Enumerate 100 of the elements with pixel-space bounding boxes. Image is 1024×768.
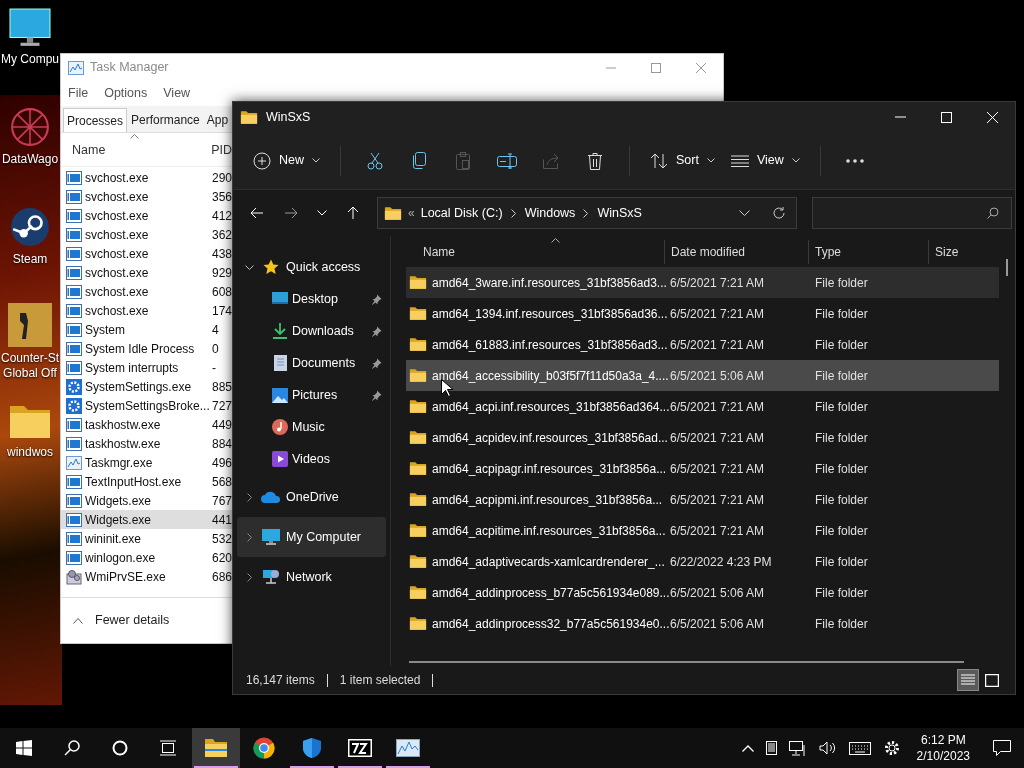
process-row[interactable]: svchost.exe 929 xyxy=(61,263,232,282)
file-row[interactable]: amd64_acpipagr.inf.resources_31bf3856a... 6/5/2021 7:21 AM File folder xyxy=(406,453,999,484)
folder-icon[interactable] xyxy=(8,403,52,441)
nav-item[interactable]: Quick access xyxy=(237,251,386,283)
icon-label[interactable]: Counter-St Global Off xyxy=(1,351,59,381)
file-row[interactable]: amd64_1394.inf.resources_31bf3856ad36... 6/5/2021 7:21 AM File folder xyxy=(406,298,999,329)
process-row[interactable]: svchost.exe 290 xyxy=(61,168,232,187)
circle-icon xyxy=(112,740,128,756)
nav-item[interactable]: Documents xyxy=(237,347,386,379)
column-header[interactable]: Name xyxy=(72,141,212,160)
nav-item[interactable]: Desktop xyxy=(237,283,386,315)
gears-icon xyxy=(66,568,82,585)
address-bar[interactable]: « Local Disk (C:) Windows WinSxS xyxy=(377,197,797,229)
breadcrumb-item[interactable]: Local Disk (C:) xyxy=(420,203,503,223)
window-icon xyxy=(66,360,82,375)
window-icon xyxy=(66,417,82,432)
folder-icon xyxy=(240,109,258,125)
column-header[interactable]: Date modified xyxy=(671,242,746,261)
refresh-icon[interactable] xyxy=(772,206,786,220)
archive-icon xyxy=(348,739,372,757)
file-row[interactable]: amd64_addinprocess32_b77a5c561934e0...6/5/2021 5:06 AM File folder xyxy=(406,608,999,639)
process-row[interactable]: svchost.exe 438 xyxy=(61,244,232,263)
process-row[interactable]: svchost.exe 356 xyxy=(61,187,232,206)
process-row[interactable]: System interrupts - xyxy=(61,358,232,377)
volume-icon xyxy=(818,741,837,755)
icon-label[interactable]: My Compu xyxy=(1,52,59,67)
process-pid: 568 xyxy=(211,473,232,491)
process-row[interactable]: svchost.exe 412 xyxy=(61,206,232,225)
file-row[interactable]: amd64_acpi.inf.resources_31bf3856ad364...6/5/2021 7:21 AM File folder xyxy=(406,391,999,422)
process-row[interactable]: WmiPrvSE.exe 686 xyxy=(61,567,232,586)
list-icon xyxy=(730,154,749,167)
search-field[interactable] xyxy=(812,197,1012,229)
process-name: wininit.exe xyxy=(85,530,143,548)
nav-item[interactable]: My Computer xyxy=(237,517,386,557)
process-row[interactable]: svchost.exe 608 xyxy=(61,282,232,301)
icon-label[interactable]: DataWago xyxy=(1,152,59,167)
file-row[interactable]: amd64_accessibility_b03f5f7f11d50a3a_4....6/5/2021 5:06 AM File folder xyxy=(406,360,999,391)
process-row[interactable]: SystemSettingsBroke... 727 xyxy=(61,396,232,415)
vertical-scrollbar[interactable] xyxy=(1006,259,1008,276)
nav-item[interactable]: Videos xyxy=(237,443,386,475)
process-name: svchost.exe xyxy=(85,226,150,244)
file-row[interactable]: amd64_acpitime.inf.resources_31bf3856a... 6/5/2021 7:21 AM File folder xyxy=(406,515,999,546)
shortcut-icon[interactable] xyxy=(8,303,52,347)
file-row[interactable]: amd64_adaptivecards-xamlcardrenderer_... 6/22/2022 4:23 PM File folder xyxy=(406,546,999,577)
process-row[interactable]: svchost.exe 362 xyxy=(61,225,232,244)
process-row[interactable]: Widgets.exe 767 xyxy=(61,491,232,510)
process-row[interactable]: System Idle Process 0 xyxy=(61,339,232,358)
dropdown-icon[interactable] xyxy=(739,210,750,216)
process-name: svchost.exe xyxy=(85,302,150,320)
file-row[interactable]: amd64_3ware.inf.resources_31bf3856ad3... 6/5/2021 7:21 AM File folder xyxy=(406,267,999,298)
process-row[interactable]: TextInputHost.exe 568 xyxy=(61,472,232,491)
process-pid: 608 xyxy=(211,283,232,301)
icon-label[interactable]: windwos xyxy=(7,445,53,460)
breadcrumb-item[interactable]: WinSxS xyxy=(597,203,642,223)
process-row[interactable]: svchost.exe 174 xyxy=(61,301,232,320)
video-icon xyxy=(271,451,289,467)
nav-item[interactable]: Network xyxy=(237,557,386,597)
nav-item[interactable]: OneDrive xyxy=(237,477,386,517)
column-header[interactable]: Name xyxy=(423,242,455,261)
process-row[interactable]: taskhostw.exe 884 xyxy=(61,434,232,453)
menu-item[interactable]: File xyxy=(67,83,90,103)
clock-button[interactable]: 6:12 PM 2/10/2023 xyxy=(906,728,980,768)
file-row[interactable]: amd64_acpipmi.inf.resources_31bf3856a... 6/5/2021 7:21 AM File folder xyxy=(406,484,999,515)
icon-label[interactable]: Steam xyxy=(12,252,48,267)
tab[interactable]: App xyxy=(203,108,232,132)
tab[interactable]: Performance xyxy=(128,108,203,132)
process-row[interactable]: Taskmgr.exe 496 xyxy=(61,453,232,472)
menu-item[interactable]: View xyxy=(162,83,192,103)
new-button[interactable]: New xyxy=(245,142,328,179)
sort-button[interactable]: Sort xyxy=(642,142,723,179)
column-header[interactable]: Size xyxy=(935,242,959,261)
process-row[interactable]: wininit.exe 532 xyxy=(61,529,232,548)
breadcrumb-item[interactable]: Windows xyxy=(524,203,576,223)
desktop-icon xyxy=(271,292,289,306)
share-icon xyxy=(542,152,560,169)
file-row[interactable]: amd64_addinprocess_b77a5c561934e089...6/5/2021 5:06 AM File folder xyxy=(406,577,999,608)
shortcut-icon[interactable] xyxy=(9,206,51,248)
tab[interactable]: Processes xyxy=(63,108,128,132)
process-name: svchost.exe xyxy=(85,283,150,301)
file-row[interactable]: amd64_61883.inf.resources_31bf3856ad3... 6/5/2021 7:21 AM File folder xyxy=(406,329,999,360)
nav-item[interactable]: Pictures xyxy=(237,379,386,411)
process-row[interactable]: System 4 xyxy=(61,320,232,339)
horizontal-scrollbar[interactable] xyxy=(409,661,964,663)
fewer-details-button[interactable]: Fewer details xyxy=(95,611,170,630)
overflow-chevron[interactable]: « xyxy=(408,204,415,222)
column-header[interactable]: Type xyxy=(815,242,841,261)
nav-item[interactable]: Downloads xyxy=(237,315,386,347)
process-pid: 686 xyxy=(211,568,232,586)
taskbar-app-button[interactable] xyxy=(192,728,240,768)
monitor-icon[interactable] xyxy=(8,8,52,48)
process-row[interactable]: taskhostw.exe 449 xyxy=(61,415,232,434)
column-header[interactable]: PID xyxy=(211,141,232,160)
process-pid: 362 xyxy=(211,226,232,244)
view-button[interactable]: View xyxy=(722,142,808,179)
process-row[interactable]: winlogon.exe 620 xyxy=(61,548,232,567)
process-row[interactable]: Widgets.exe 441 xyxy=(61,510,232,529)
menu-item[interactable]: Options xyxy=(103,83,149,103)
file-row[interactable]: amd64_acpidev.inf.resources_31bf3856ad... 6/5/2021 7:21 AM File folder xyxy=(406,422,999,453)
nav-item[interactable]: Music xyxy=(237,411,386,443)
process-row[interactable]: SystemSettings.exe 885 xyxy=(61,377,232,396)
